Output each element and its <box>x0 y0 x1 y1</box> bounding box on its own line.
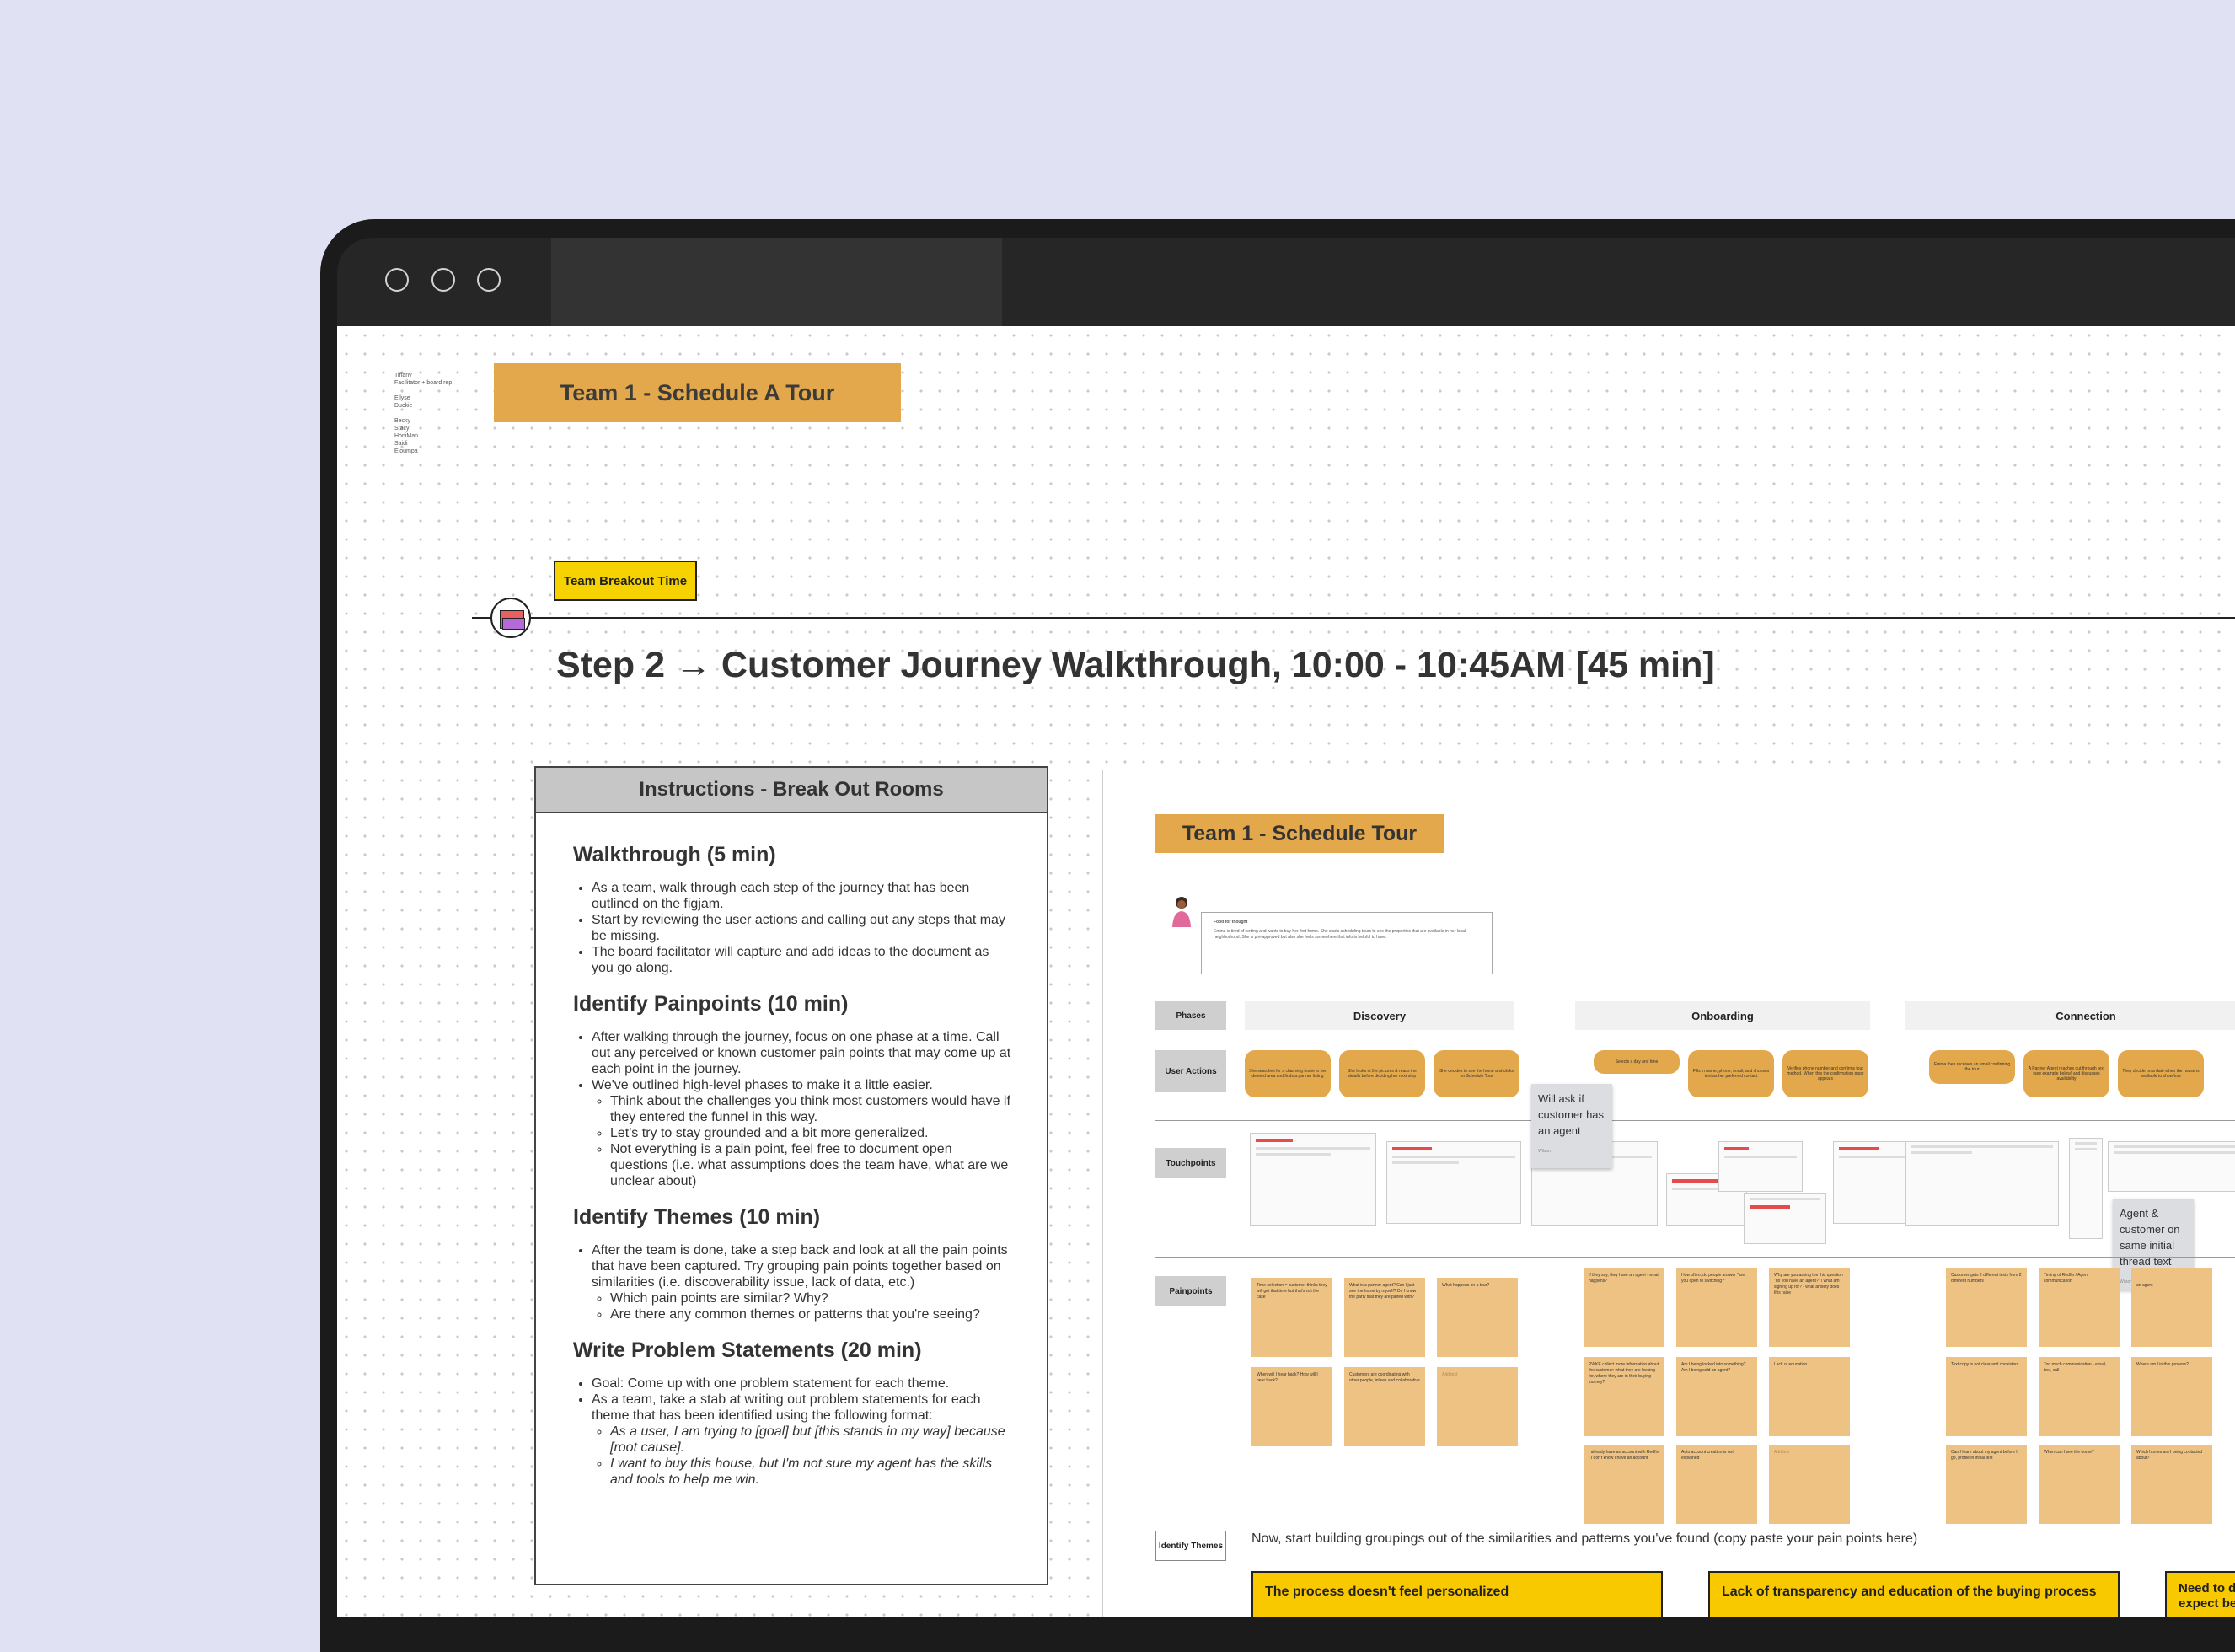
row-label-phases: Phases <box>1155 1001 1226 1030</box>
row-divider <box>1155 1257 2235 1258</box>
persona-avatar-icon <box>1172 897 1191 927</box>
painpoint-sticky[interactable]: Timing of Redfin / Agent communication <box>2039 1268 2120 1347</box>
team-title[interactable]: Team 1 - Schedule A Tour <box>494 363 901 422</box>
step-title: Step 2 → Customer Journey Walkthrough, 1… <box>556 645 1715 685</box>
touchpoint-screenshot[interactable] <box>1744 1193 1826 1244</box>
figjam-canvas[interactable]: Tiffany Facilitator + board rep Ellyse D… <box>337 326 2235 1617</box>
user-action-card[interactable]: Emma then receives an email confirming t… <box>1929 1050 2015 1084</box>
touchpoint-screenshot[interactable] <box>2108 1141 2235 1192</box>
painpoint-sticky[interactable]: When will I hear back? How will I hear b… <box>1251 1367 1332 1446</box>
painpoint-sticky[interactable]: Where am I in this process? <box>2131 1357 2212 1436</box>
row-label-painpoints: Painpoints <box>1155 1276 1226 1306</box>
user-action-card[interactable]: Fills in name, phone, email, and chooses… <box>1688 1050 1774 1097</box>
food-for-thought-note[interactable]: Food for thought Emma is tired of rentin… <box>1201 912 1493 974</box>
comment-note[interactable]: Will ask if customer has an agent Wilson <box>1531 1084 1612 1168</box>
painpoint-sticky[interactable]: I already have an account with Redfin / … <box>1584 1445 1664 1524</box>
painpoint-sticky[interactable]: Too much communication - email, text, ca… <box>2039 1357 2120 1436</box>
painpoint-sticky[interactable]: an agent <box>2131 1268 2212 1347</box>
instruction-item: We've outlined high-level phases to make… <box>592 1077 1011 1189</box>
painpoint-sticky[interactable]: Auto account creation is not explained <box>1676 1445 1757 1524</box>
user-action-card[interactable]: She searches for a charming home in her … <box>1245 1050 1331 1097</box>
painpoint-sticky[interactable]: Can I learn about my agent before I go, … <box>1946 1445 2027 1524</box>
user-action-card[interactable]: She looks at the pictures & reads the de… <box>1339 1050 1425 1097</box>
row-label-themes: Identify Themes <box>1155 1531 1226 1561</box>
phase-onboarding: Onboarding <box>1575 1001 1870 1030</box>
section-title: Identify Themes (10 min) <box>573 1205 821 1229</box>
instructions-header: Instructions - Break Out Rooms <box>536 768 1047 813</box>
window-maximize-control[interactable] <box>477 268 501 292</box>
timeline-line <box>472 617 2235 619</box>
painpoint-sticky[interactable]: If they say, they have an agent - what h… <box>1584 1268 1664 1347</box>
painpoint-sticky[interactable]: Add text <box>1769 1445 1850 1524</box>
journey-board[interactable]: Team 1 - Schedule Tour Food for thought … <box>1102 770 2235 1617</box>
theme-card[interactable]: Lack of transparency and education of th… <box>1708 1571 2120 1617</box>
cards-sticker-icon <box>490 598 531 638</box>
instruction-subitem: Not everything is a pain point, feel fre… <box>610 1141 1011 1189</box>
user-action-card[interactable]: She decides to see the home and clicks o… <box>1434 1050 1519 1097</box>
painpoint-sticky[interactable]: Add text <box>1437 1367 1518 1446</box>
touchpoint-screenshot[interactable] <box>1386 1141 1521 1224</box>
painpoint-sticky[interactable]: What is a partner agent? Can I just see … <box>1344 1278 1425 1357</box>
instruction-item: Goal: Come up with one problem statement… <box>592 1376 1011 1392</box>
window-minimize-control[interactable] <box>431 268 455 292</box>
phase-connection: Connection <box>1905 1001 2235 1030</box>
painpoint-sticky[interactable]: What happens on a tour? <box>1437 1278 1518 1357</box>
instruction-subitem: Think about the challenges you think mos… <box>610 1093 1011 1125</box>
instruction-item: As a team, walk through each step of the… <box>592 880 1011 912</box>
instruction-subitem: Which pain points are similar? Why? <box>610 1290 1011 1306</box>
touchpoint-screenshot[interactable] <box>1718 1141 1803 1192</box>
painpoint-sticky[interactable]: Time selection = customer thinks they wi… <box>1251 1278 1332 1357</box>
phase-discovery: Discovery <box>1245 1001 1514 1030</box>
browser-tab[interactable] <box>551 238 1002 326</box>
instruction-subitem: Let's try to stay grounded and a bit mor… <box>610 1125 1011 1141</box>
theme-card[interactable]: The process doesn't feel personalized <box>1251 1571 1663 1617</box>
painpoint-sticky[interactable]: Am I being locked into something? Am I b… <box>1676 1357 1757 1436</box>
instruction-subitem: I want to buy this house, but I'm not su… <box>610 1456 1011 1488</box>
painpoint-sticky[interactable]: When can I see the home? <box>2039 1445 2120 1524</box>
touchpoint-screenshot[interactable] <box>1905 1141 2059 1226</box>
touchpoint-screenshot[interactable] <box>2069 1138 2103 1239</box>
user-action-card[interactable]: A Partner Agent reaches out through text… <box>2023 1050 2109 1097</box>
painpoint-sticky[interactable]: Customers are coordinating with other pe… <box>1344 1367 1425 1446</box>
painpoint-sticky[interactable]: Why are you asking the this question "do… <box>1769 1268 1850 1347</box>
row-label-touchpoints: Touchpoints <box>1155 1148 1226 1178</box>
section-title: Identify Painpoints (10 min) <box>573 992 849 1016</box>
user-action-card[interactable]: Verifies phone number and confirms tour … <box>1782 1050 1868 1097</box>
themes-instruction: Now, start building groupings out of the… <box>1251 1531 1918 1546</box>
section-title: Walkthrough (5 min) <box>573 843 776 866</box>
window-close-control[interactable] <box>385 268 409 292</box>
painpoint-sticky[interactable]: Lack of education <box>1769 1357 1850 1436</box>
painpoint-sticky[interactable]: How often, do people answer "are you ope… <box>1676 1268 1757 1347</box>
instruction-item: Start by reviewing the user actions and … <box>592 912 1011 944</box>
facilitator-names: Tiffany Facilitator + board rep Ellyse D… <box>394 373 453 454</box>
row-divider <box>1155 1120 2235 1121</box>
user-action-card[interactable]: Selects a day and time <box>1594 1050 1680 1074</box>
instructions-panel[interactable]: Instructions - Break Out Rooms Walkthrou… <box>534 766 1048 1585</box>
instruction-subitem: Are there any common themes or patterns … <box>610 1306 1011 1322</box>
user-action-card[interactable]: They decide on a date when the house is … <box>2118 1050 2204 1097</box>
instruction-item: The board facilitator will capture and a… <box>592 944 1011 976</box>
instruction-item: As a team, take a stab at writing out pr… <box>592 1392 1011 1488</box>
theme-card[interactable]: Need to d expect be <box>2165 1571 2235 1617</box>
board-title[interactable]: Team 1 - Schedule Tour <box>1155 814 1444 853</box>
section-title: Write Problem Statements (20 min) <box>573 1338 922 1362</box>
row-label-user-actions: User Actions <box>1155 1050 1226 1092</box>
touchpoint-screenshot[interactable] <box>1250 1133 1376 1226</box>
breakout-tag[interactable]: Team Breakout Time <box>554 560 697 601</box>
painpoint-sticky[interactable]: Which homes am I being contacted about? <box>2131 1445 2212 1524</box>
painpoint-sticky[interactable]: Text copy is not clear and consistent <box>1946 1357 2027 1436</box>
instruction-subitem: As a user, I am trying to [goal] but [th… <box>610 1424 1011 1456</box>
painpoint-sticky[interactable]: Customer gets 2 different texts from 2 d… <box>1946 1268 2027 1347</box>
instruction-item: After walking through the journey, focus… <box>592 1029 1011 1077</box>
instruction-item: After the team is done, take a step back… <box>592 1242 1011 1322</box>
painpoint-sticky[interactable]: PWKE collect more information about the … <box>1584 1357 1664 1436</box>
